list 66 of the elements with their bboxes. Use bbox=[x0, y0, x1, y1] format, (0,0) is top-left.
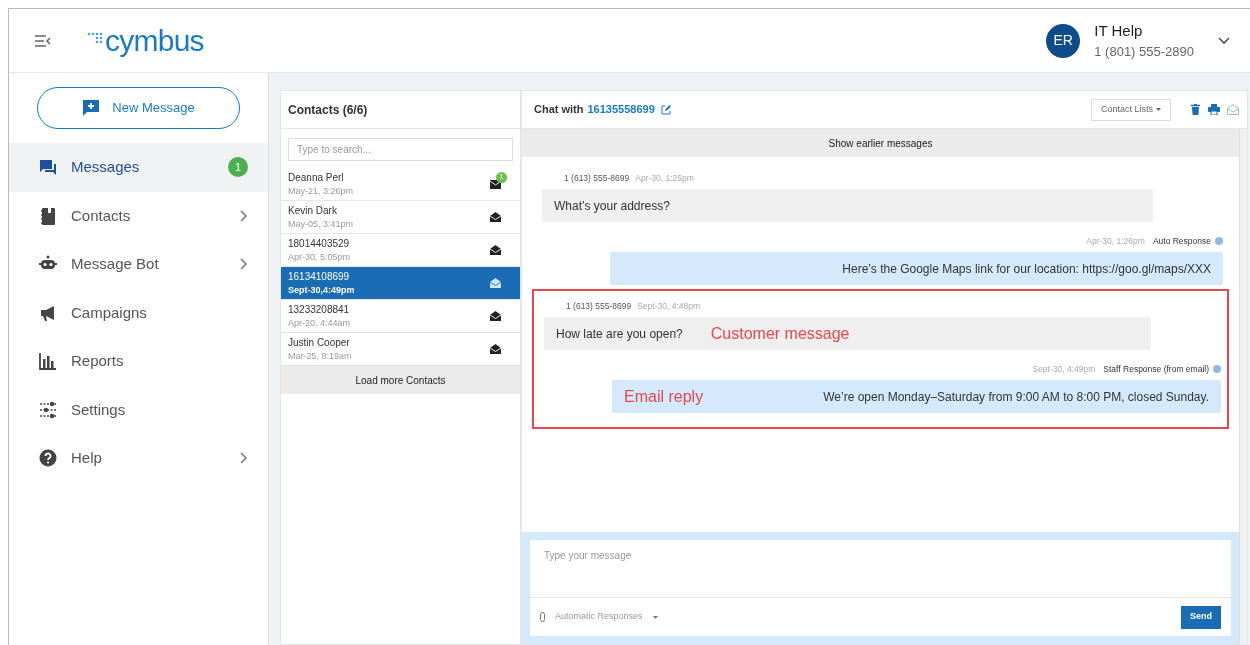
user-name: IT Help bbox=[1094, 20, 1144, 41]
count-badge: 1 bbox=[228, 157, 248, 178]
contact-time: Apr-20, 4:44am bbox=[288, 316, 352, 330]
add-message-icon bbox=[82, 99, 101, 117]
annotation-label: Customer message bbox=[710, 323, 850, 344]
contact-row[interactable]: 13233208841 Apr-20, 4:44am bbox=[281, 300, 520, 333]
sidebar-item[interactable]: Contacts bbox=[9, 191, 268, 240]
panel-title: Contacts (6/6) bbox=[288, 101, 368, 119]
chevron-down-icon[interactable] bbox=[1218, 36, 1230, 45]
edit-icon[interactable] bbox=[660, 104, 671, 115]
user-phone: 1 (801) 555-2890 bbox=[1094, 43, 1194, 61]
chat-bubbles-icon bbox=[39, 158, 57, 177]
sidebar-item[interactable]: Message Bot bbox=[9, 240, 268, 289]
bar-chart-icon bbox=[39, 352, 57, 371]
sidebar-item[interactable]: Campaigns bbox=[9, 288, 268, 337]
contact-time: Sept-30,4:49pm bbox=[288, 283, 356, 297]
message-sender: Staff Response (from email) bbox=[1103, 362, 1209, 376]
logo-text: cymbus bbox=[105, 25, 204, 56]
megaphone-icon bbox=[39, 303, 57, 322]
annotation-label: Email reply bbox=[624, 386, 704, 407]
contact-number-link[interactable]: 16135558699 bbox=[587, 101, 655, 118]
contact-time: May-05, 3:41pm bbox=[288, 217, 355, 231]
contact-name: 13233208841 bbox=[288, 302, 351, 317]
message-text: What’s your address? bbox=[554, 197, 670, 215]
notebook-icon bbox=[39, 206, 57, 225]
contact-name: Kevin Dark bbox=[288, 203, 338, 218]
message-sender: 1 (613) 555-8699 bbox=[566, 299, 632, 313]
message-composer[interactable]: Type your message Automatic Responses Send bbox=[530, 540, 1231, 636]
sliders-icon bbox=[39, 400, 57, 419]
menu-icon[interactable] bbox=[35, 34, 51, 47]
message-sender: Auto Response bbox=[1152, 234, 1211, 248]
message-text: Here’s the Google Maps link for our location: https://goo.gl/maps/XXX bbox=[842, 260, 1211, 278]
search-field[interactable]: Type to search... bbox=[288, 138, 513, 161]
sidebar-item[interactable]: Help bbox=[9, 434, 268, 483]
sidebar-item[interactable]: Settings bbox=[9, 385, 268, 434]
contact-row[interactable]: Kevin Dark May-05, 3:41pm bbox=[281, 201, 520, 234]
trash-icon[interactable] bbox=[1191, 104, 1200, 115]
help-icon bbox=[39, 449, 57, 468]
logo-dots-icon bbox=[87, 31, 103, 44]
message-time: Sept-30, 4:49pm bbox=[1032, 362, 1096, 376]
message-time: Apr-30, 1:26pm bbox=[1086, 234, 1145, 248]
sidebar-item[interactable]: Messages 1 bbox=[9, 143, 268, 192]
contact-name: Justin Cooper bbox=[288, 335, 351, 350]
contact-name: Deanna Perl bbox=[288, 170, 345, 185]
caret-icon bbox=[652, 615, 658, 619]
show-earlier-button[interactable]: Show earlier messages bbox=[522, 129, 1239, 157]
message-text: How late are you open? bbox=[556, 325, 683, 343]
contact-name: 18014403529 bbox=[288, 236, 351, 251]
user-avatar: ER bbox=[1046, 23, 1081, 58]
message-time: Sept-30, 4:48pm bbox=[637, 299, 701, 313]
paperclip-icon[interactable] bbox=[540, 612, 545, 622]
message-text: We’re open Monday–Saturday from 9:00 AM to 8:00 PM, closed Sunday. bbox=[823, 388, 1209, 406]
send-button[interactable]: Send bbox=[1181, 605, 1221, 629]
sidebar-item[interactable]: Reports bbox=[9, 337, 268, 386]
contact-time: Apr-30, 5:05pm bbox=[288, 250, 352, 264]
message-time: Apr-30, 1:25pm bbox=[635, 171, 694, 185]
chat-title: Chat with bbox=[534, 102, 584, 118]
contact-row[interactable]: 16134108699 Sept-30,4:49pm bbox=[281, 267, 520, 300]
caret-icon bbox=[1156, 108, 1161, 111]
load-more-button[interactable]: Load more Contacts bbox=[281, 366, 520, 394]
contact-lists-dropdown[interactable]: Contact Lists bbox=[1090, 98, 1171, 121]
contact-name: 16134108699 bbox=[288, 269, 351, 284]
contact-time: May-21, 3:26pm bbox=[288, 184, 355, 198]
contact-time: Mar-25, 8:19am bbox=[288, 349, 353, 363]
message-sender: 1 (613) 555-8699 bbox=[564, 171, 630, 185]
print-icon[interactable] bbox=[1208, 104, 1220, 115]
